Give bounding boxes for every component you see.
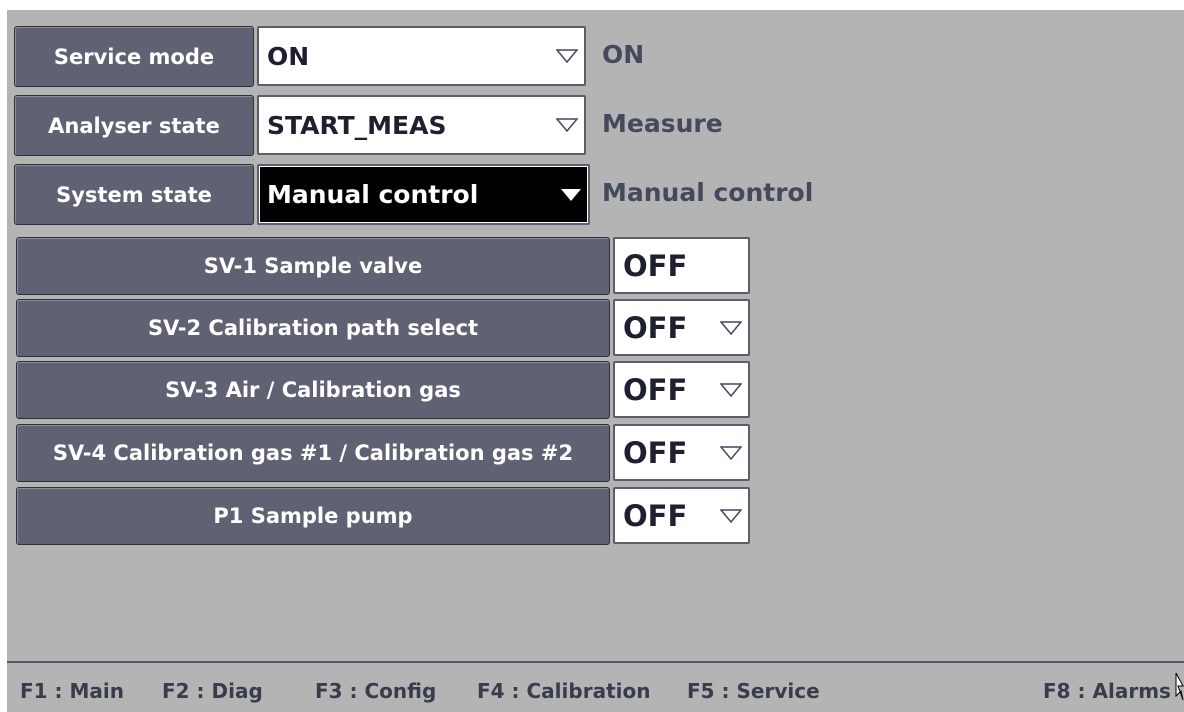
analyser-state-status: Measure (602, 109, 723, 138)
device-sv1-state[interactable]: OFF (613, 237, 750, 294)
fkey-service[interactable]: F5 : Service (687, 679, 820, 703)
analyser-state-value: START_MEAS (267, 110, 447, 140)
device-sv3-state-value: OFF (623, 372, 688, 407)
device-sv1-button[interactable]: SV-1 Sample valve (16, 237, 610, 295)
chevron-down-icon[interactable] (550, 28, 584, 84)
system-state-value: Manual control (267, 180, 479, 209)
device-sv3-state-dropdown[interactable]: OFF (613, 361, 750, 418)
device-sv4-button[interactable]: SV-4 Calibration gas #1 / Calibration ga… (16, 424, 610, 482)
service-mode-value: ON (267, 41, 310, 71)
device-sv4-state-dropdown[interactable]: OFF (613, 424, 750, 481)
service-mode-dropdown[interactable]: ON (257, 26, 586, 86)
system-state-dropdown[interactable]: Manual control (257, 164, 590, 225)
chevron-down-icon[interactable] (714, 363, 748, 416)
chevron-down-icon[interactable] (714, 301, 748, 354)
system-state-status: Manual control (602, 178, 814, 207)
chevron-down-icon[interactable] (714, 489, 748, 542)
analyser-state-button[interactable]: Analyser state (14, 95, 254, 156)
device-p1-state-dropdown[interactable]: OFF (613, 487, 750, 544)
system-state-button[interactable]: System state (14, 164, 254, 225)
device-sv2-button[interactable]: SV-2 Calibration path select (16, 299, 610, 357)
service-mode-button[interactable]: Service mode (14, 26, 254, 87)
device-sv2-state-dropdown[interactable]: OFF (613, 299, 750, 356)
device-sv3-button[interactable]: SV-3 Air / Calibration gas (16, 361, 610, 419)
fkey-alarms[interactable]: F8 : Alarms (1043, 679, 1171, 703)
left-border (0, 0, 7, 712)
function-key-bar: F1 : Main F2 : Diag F3 : Config F4 : Cal… (7, 661, 1184, 712)
analyser-state-dropdown[interactable]: START_MEAS (257, 95, 586, 155)
chevron-down-icon[interactable] (554, 166, 588, 223)
fkey-calibration[interactable]: F4 : Calibration (477, 679, 650, 703)
fkey-diag[interactable]: F2 : Diag (162, 679, 263, 703)
chevron-down-icon[interactable] (714, 426, 748, 479)
device-sv2-state-value: OFF (623, 310, 688, 345)
chevron-down-icon[interactable] (550, 97, 584, 153)
device-p1-state-value: OFF (623, 498, 688, 533)
device-p1-button[interactable]: P1 Sample pump (16, 487, 610, 545)
fkey-main[interactable]: F1 : Main (20, 679, 124, 703)
device-sv4-state-value: OFF (623, 435, 688, 470)
service-mode-status: ON (602, 40, 645, 69)
device-sv1-state-value: OFF (623, 248, 688, 283)
fkey-config[interactable]: F3 : Config (315, 679, 436, 703)
mouse-cursor-icon (1175, 672, 1184, 701)
top-border (0, 0, 1184, 10)
